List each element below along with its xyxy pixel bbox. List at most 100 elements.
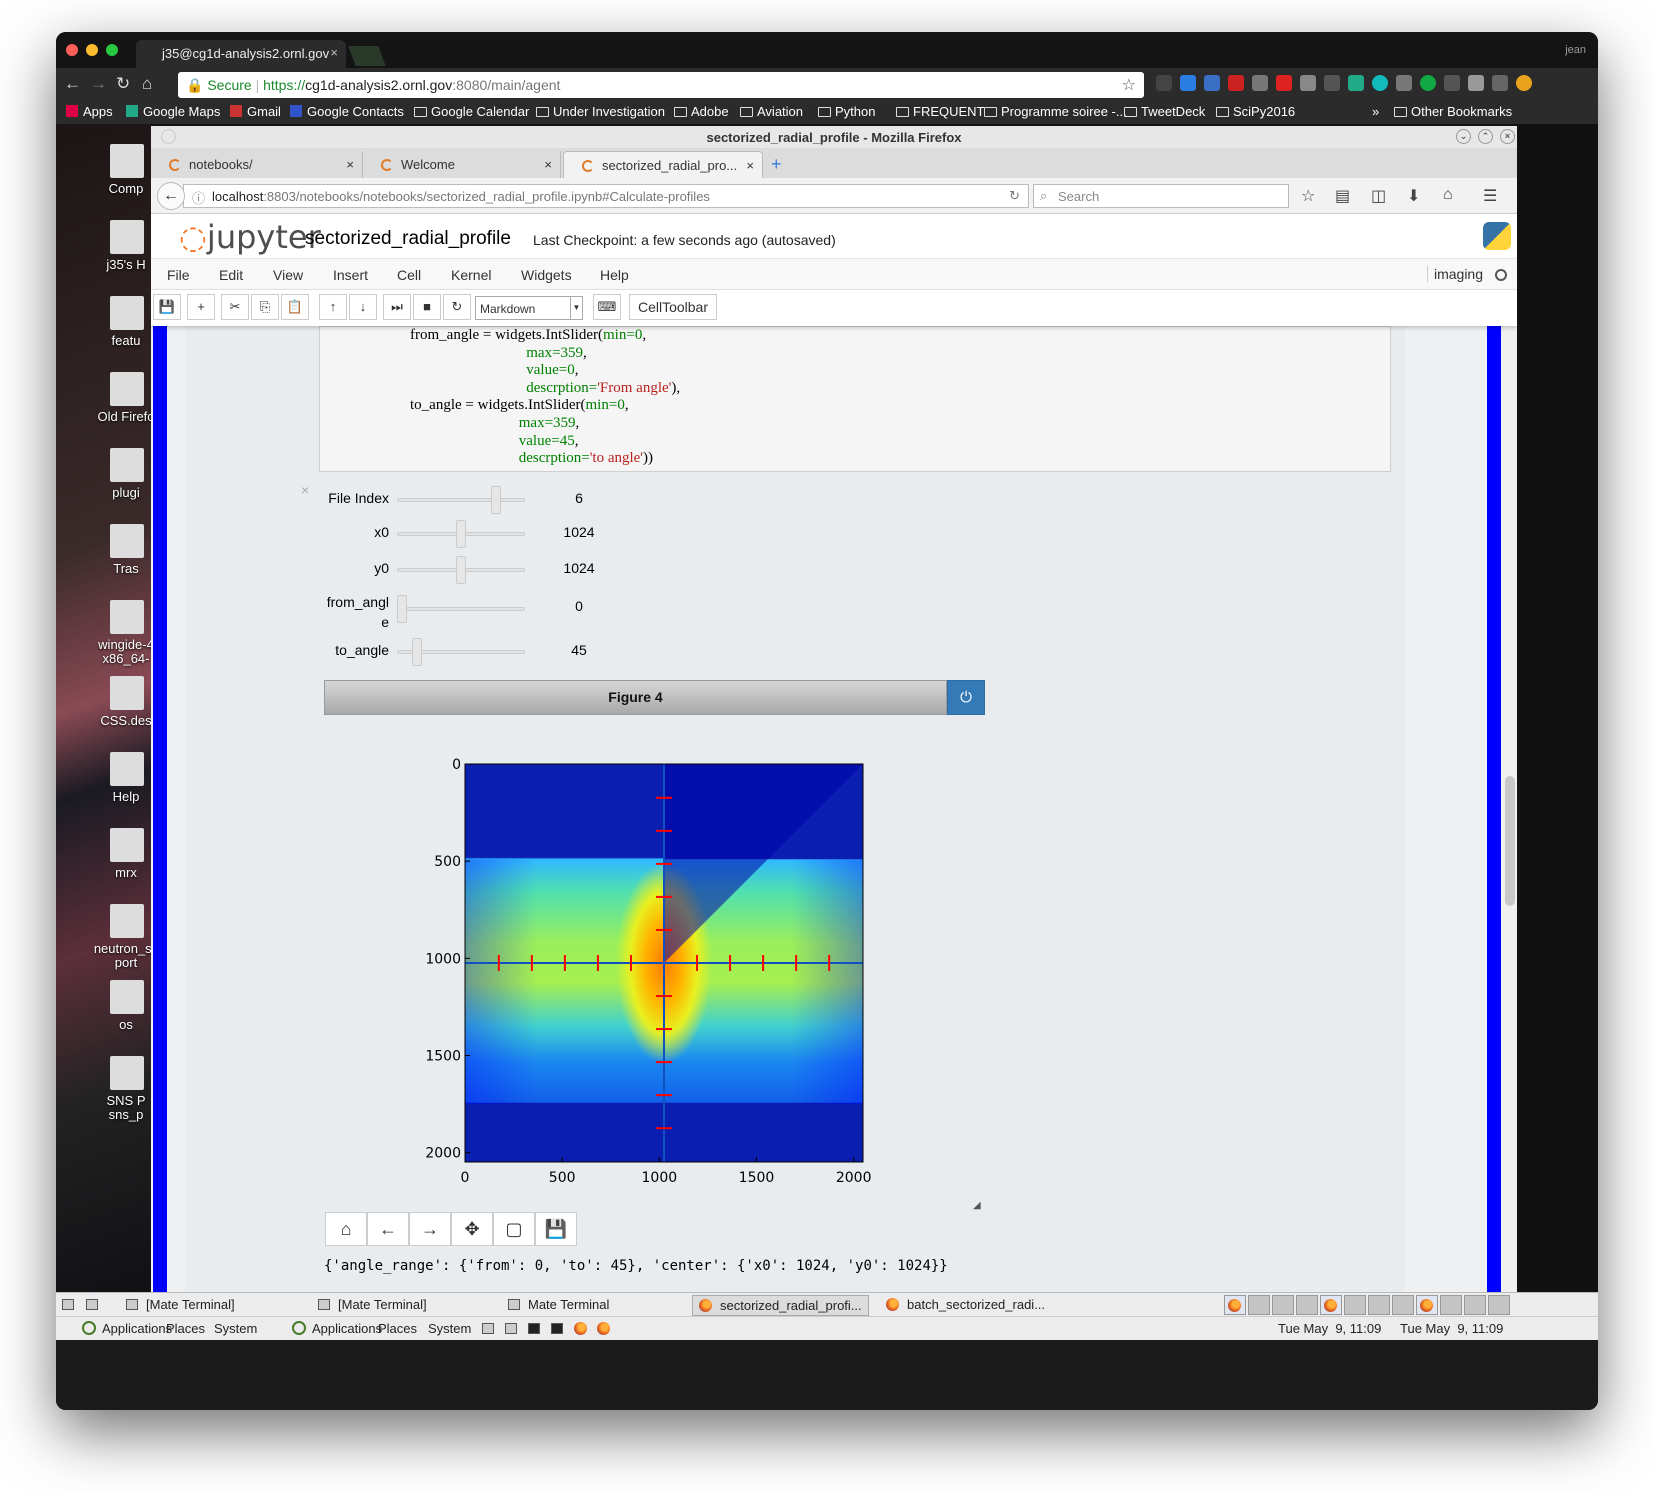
desktop-icon[interactable] <box>110 372 144 406</box>
extension-icon[interactable] <box>1180 75 1196 91</box>
extension-icon[interactable] <box>1444 75 1460 91</box>
desktop-icon[interactable] <box>110 1056 144 1090</box>
slider-handle[interactable] <box>456 556 466 584</box>
slider-handle[interactable] <box>491 486 502 514</box>
workspace-cell[interactable] <box>1248 1295 1270 1315</box>
launcher-icon[interactable] <box>597 1321 618 1336</box>
celltoolbar-button[interactable]: CellToolbar <box>629 294 717 320</box>
cell-type-select[interactable]: Markdown ▼ <box>475 296 583 320</box>
extension-icon[interactable] <box>1348 75 1364 91</box>
launcher-icon[interactable] <box>505 1321 525 1336</box>
insert-cell-icon[interactable]: + <box>187 294 215 320</box>
taskbar-item[interactable]: Mate Terminal <box>508 1297 609 1312</box>
close-window-button[interactable] <box>66 44 78 56</box>
menu-kernel[interactable]: Kernel <box>451 267 491 283</box>
extension-icon[interactable] <box>1228 75 1244 91</box>
back-arrow-icon[interactable]: ← <box>157 182 185 210</box>
close-icon[interactable]: × <box>330 45 338 60</box>
download-icon[interactable]: ⬇ <box>1407 186 1420 206</box>
move-up-icon[interactable]: ↑ <box>319 294 347 320</box>
workspace-cell[interactable] <box>1416 1295 1438 1315</box>
panel-menu-applications[interactable]: Applications <box>82 1321 172 1336</box>
bookmark-item[interactable]: Google Contacts <box>290 104 404 119</box>
panel-applet-icon[interactable] <box>62 1297 82 1312</box>
desktop-icon[interactable] <box>110 144 144 178</box>
pocket-icon[interactable]: ◫ <box>1371 186 1386 206</box>
bookmarks-more-icon[interactable]: » <box>1372 104 1379 119</box>
bookmark-item[interactable]: Under Investigation <box>536 104 665 119</box>
clock[interactable]: Tue May 9, 11:09 <box>1400 1321 1503 1336</box>
forward-icon[interactable]: → <box>409 1212 451 1246</box>
cut-icon[interactable]: ✂ <box>221 294 249 320</box>
panel-menu-system[interactable]: System <box>428 1321 471 1336</box>
panel-menu-applications[interactable]: Applications <box>292 1321 382 1336</box>
firefox-url-bar[interactable]: ⓘ localhost:8803/notebooks/notebooks/sec… <box>183 184 1029 208</box>
bookmark-item[interactable]: Google Calendar <box>414 104 529 119</box>
desktop-icon[interactable] <box>110 448 144 482</box>
desktop-icon[interactable] <box>110 600 144 634</box>
menu-edit[interactable]: Edit <box>219 267 243 283</box>
heatmap-chart[interactable]: 0 500 1000 1500 20000500100015002000 <box>415 754 885 1194</box>
desktop-icon[interactable] <box>110 904 144 938</box>
bookmark-item[interactable]: Gmail <box>230 104 281 119</box>
extension-icon[interactable] <box>1252 75 1268 91</box>
workspace-cell[interactable] <box>1488 1295 1510 1315</box>
menu-insert[interactable]: Insert <box>333 267 368 283</box>
scrollbar-thumb[interactable] <box>1505 776 1515 906</box>
desktop-icon[interactable] <box>110 296 144 330</box>
restart-icon[interactable]: ↻ <box>443 294 471 320</box>
workspace-cell[interactable] <box>1224 1295 1246 1315</box>
extension-icon[interactable] <box>1516 75 1532 91</box>
clock[interactable]: Tue May 9, 11:09 <box>1278 1321 1381 1336</box>
slider-handle[interactable] <box>411 638 422 666</box>
pan-icon[interactable]: ✥ <box>451 1212 493 1246</box>
extension-icon[interactable] <box>1396 75 1412 91</box>
launcher-icon[interactable] <box>574 1321 595 1336</box>
scrollbar[interactable] <box>1503 326 1517 1292</box>
chrome-user[interactable]: jean <box>1565 44 1586 56</box>
extension-icon[interactable] <box>1156 75 1172 91</box>
slider-track[interactable] <box>397 638 525 666</box>
desktop-icon[interactable] <box>110 752 144 786</box>
close-icon[interactable]: × <box>1500 129 1515 144</box>
bookmark-item[interactable]: Google Maps <box>126 104 220 119</box>
workspace-cell[interactable] <box>1368 1295 1390 1315</box>
workspace-cell[interactable] <box>1440 1295 1462 1315</box>
hamburger-menu-icon[interactable]: ☰ <box>1483 186 1497 206</box>
close-icon[interactable]: × <box>346 157 354 172</box>
minimize-icon[interactable]: ⌄ <box>1456 129 1471 144</box>
bookmark-item[interactable]: Aviation <box>740 104 803 119</box>
zoom-icon[interactable]: ▢ <box>493 1212 535 1246</box>
extension-icon[interactable] <box>1492 75 1508 91</box>
panel-menu-system[interactable]: System <box>214 1321 257 1336</box>
menu-cell[interactable]: Cell <box>397 267 421 283</box>
slider-handle[interactable] <box>456 520 466 548</box>
extension-icon[interactable] <box>1324 75 1340 91</box>
workspace-cell[interactable] <box>1344 1295 1366 1315</box>
resize-handle-icon[interactable]: ◢ <box>973 1200 981 1211</box>
reading-list-icon[interactable]: ▤ <box>1335 186 1350 206</box>
reload-icon[interactable]: ↻ <box>116 74 130 94</box>
back-arrow-icon[interactable]: ← <box>64 74 81 94</box>
slider-handle[interactable] <box>397 595 407 623</box>
slider-track[interactable] <box>397 595 525 623</box>
tab-welcome[interactable]: Welcome × <box>363 151 561 178</box>
menu-file[interactable]: File <box>167 267 190 283</box>
extension-icon[interactable] <box>1468 75 1484 91</box>
desktop-icon[interactable] <box>110 676 144 710</box>
menu-widgets[interactable]: Widgets <box>521 267 572 283</box>
taskbar-item[interactable]: batch_sectorized_radi... <box>886 1297 1045 1312</box>
desktop-icon[interactable] <box>110 828 144 862</box>
code-cell[interactable]: from_angle = widgets.IntSlider(min=0, ma… <box>319 326 1391 472</box>
window-menu-icon[interactable] <box>161 129 176 144</box>
stop-icon[interactable]: ■ <box>413 294 441 320</box>
paste-icon[interactable]: 📋 <box>281 294 309 320</box>
chrome-tab[interactable]: j35@cg1d-analysis2.ornl.gov × <box>136 40 346 68</box>
menu-help[interactable]: Help <box>600 267 629 283</box>
panel-menu-places[interactable]: Places <box>378 1321 417 1336</box>
home-icon[interactable]: ⌂ <box>142 74 152 94</box>
workspace-cell[interactable] <box>1296 1295 1318 1315</box>
bookmark-item[interactable]: Apps <box>66 104 113 119</box>
workspace-cell[interactable] <box>1392 1295 1414 1315</box>
tab-sectorized-radial-profile[interactable]: sectorized_radial_pro... × <box>563 151 763 178</box>
